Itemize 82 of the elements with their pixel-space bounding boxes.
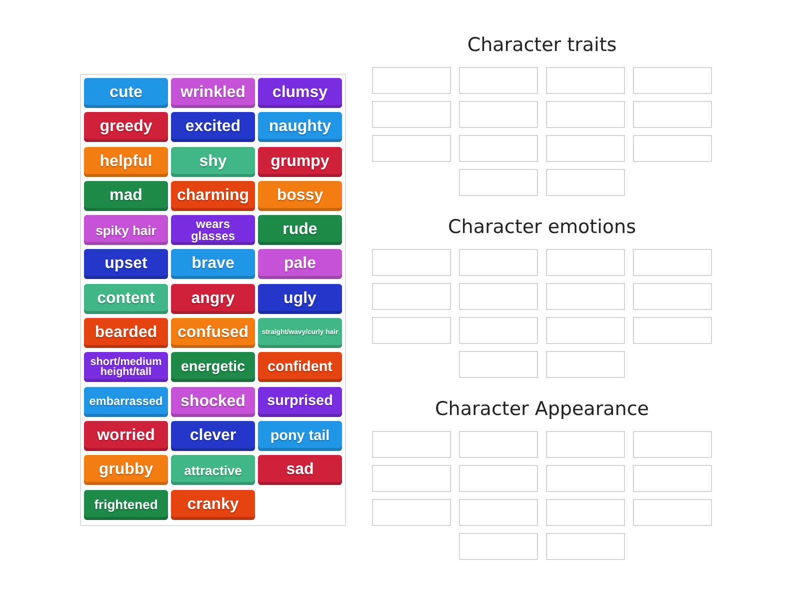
- word-tile[interactable]: embarrassed: [84, 386, 168, 417]
- drop-slot[interactable]: [546, 169, 625, 196]
- drop-slot[interactable]: [372, 101, 451, 128]
- drop-slot[interactable]: [633, 283, 712, 310]
- word-tile[interactable]: worried: [84, 420, 168, 451]
- drop-slot[interactable]: [459, 101, 538, 128]
- drop-slot[interactable]: [633, 431, 712, 458]
- drop-slot[interactable]: [459, 317, 538, 344]
- drop-slot[interactable]: [633, 499, 712, 526]
- drop-slot[interactable]: [459, 67, 538, 94]
- word-tile[interactable]: grumpy: [258, 146, 342, 177]
- word-tile[interactable]: pale: [258, 249, 342, 280]
- word-tile[interactable]: wears glasses: [171, 215, 255, 246]
- drop-slot[interactable]: [459, 169, 538, 196]
- drop-slot[interactable]: [546, 101, 625, 128]
- word-tile[interactable]: confused: [171, 318, 255, 348]
- drop-slot[interactable]: [459, 351, 538, 378]
- word-tile[interactable]: shy: [171, 146, 255, 177]
- word-tile[interactable]: pony tail: [258, 420, 342, 451]
- word-tile[interactable]: energetic: [171, 352, 255, 382]
- word-tile[interactable]: excited: [171, 112, 255, 142]
- drop-slot[interactable]: [546, 465, 625, 492]
- drop-slot[interactable]: [459, 533, 538, 560]
- group-title: Character emotions: [448, 215, 636, 240]
- group-title: Character Appearance: [435, 397, 649, 422]
- drop-slot[interactable]: [546, 431, 625, 458]
- word-tile[interactable]: naughty: [258, 112, 342, 142]
- drop-slot[interactable]: [546, 533, 625, 560]
- drop-slot[interactable]: [372, 317, 451, 344]
- drop-slot[interactable]: [372, 499, 451, 526]
- word-tile[interactable]: spiky hair: [84, 215, 168, 246]
- word-tile[interactable]: upset: [84, 249, 168, 280]
- word-tile[interactable]: attractive: [171, 455, 255, 486]
- word-tile[interactable]: helpful: [84, 146, 168, 177]
- drop-slot[interactable]: [459, 283, 538, 310]
- group-title: Character traits: [467, 33, 617, 58]
- drop-slot[interactable]: [372, 431, 451, 458]
- drop-slot[interactable]: [546, 283, 625, 310]
- drop-slot[interactable]: [633, 317, 712, 344]
- word-tile[interactable]: short/medium height/tall: [84, 352, 168, 382]
- drop-slot[interactable]: [459, 499, 538, 526]
- word-tile[interactable]: surprised: [258, 386, 342, 417]
- drop-slot[interactable]: [546, 249, 625, 276]
- word-tile[interactable]: clever: [171, 420, 255, 451]
- drop-slot[interactable]: [459, 135, 538, 162]
- drop-slot[interactable]: [372, 67, 451, 94]
- word-tile[interactable]: content: [84, 284, 168, 314]
- drop-slot[interactable]: [633, 67, 712, 94]
- drop-slot[interactable]: [459, 249, 538, 276]
- drop-slot[interactable]: [633, 101, 712, 128]
- drop-slot[interactable]: [372, 249, 451, 276]
- drop-slot[interactable]: [372, 135, 451, 162]
- word-tile[interactable]: cranky: [171, 490, 255, 520]
- word-tile[interactable]: wrinkled: [171, 78, 255, 108]
- drop-slot[interactable]: [372, 465, 451, 492]
- word-tile[interactable]: confident: [258, 352, 342, 382]
- word-tile[interactable]: cute: [84, 78, 168, 108]
- drop-slot[interactable]: [372, 283, 451, 310]
- word-tile[interactable]: bearded: [84, 318, 168, 348]
- word-tile[interactable]: angry: [171, 284, 255, 314]
- word-tile[interactable]: grubby: [84, 455, 168, 486]
- word-tile[interactable]: clumsy: [258, 78, 342, 108]
- word-tile[interactable]: shocked: [171, 386, 255, 417]
- word-tile[interactable]: greedy: [84, 112, 168, 142]
- word-tile[interactable]: bossy: [258, 180, 342, 211]
- drop-slot[interactable]: [633, 135, 712, 162]
- drop-slot[interactable]: [633, 249, 712, 276]
- drop-slot[interactable]: [459, 431, 538, 458]
- drop-slot[interactable]: [546, 351, 625, 378]
- word-tile[interactable]: sad: [258, 455, 342, 486]
- drop-slot[interactable]: [633, 465, 712, 492]
- drop-slot[interactable]: [546, 135, 625, 162]
- drop-slot[interactable]: [546, 499, 625, 526]
- word-tile[interactable]: ugly: [258, 284, 342, 314]
- word-tile[interactable]: charming: [171, 180, 255, 211]
- drop-slot[interactable]: [459, 465, 538, 492]
- drop-slot[interactable]: [546, 317, 625, 344]
- word-tile[interactable]: rude: [258, 215, 342, 246]
- drop-slot[interactable]: [546, 67, 625, 94]
- word-tile[interactable]: brave: [171, 249, 255, 280]
- word-tile[interactable]: frightened: [84, 490, 168, 520]
- word-tile[interactable]: mad: [84, 180, 168, 211]
